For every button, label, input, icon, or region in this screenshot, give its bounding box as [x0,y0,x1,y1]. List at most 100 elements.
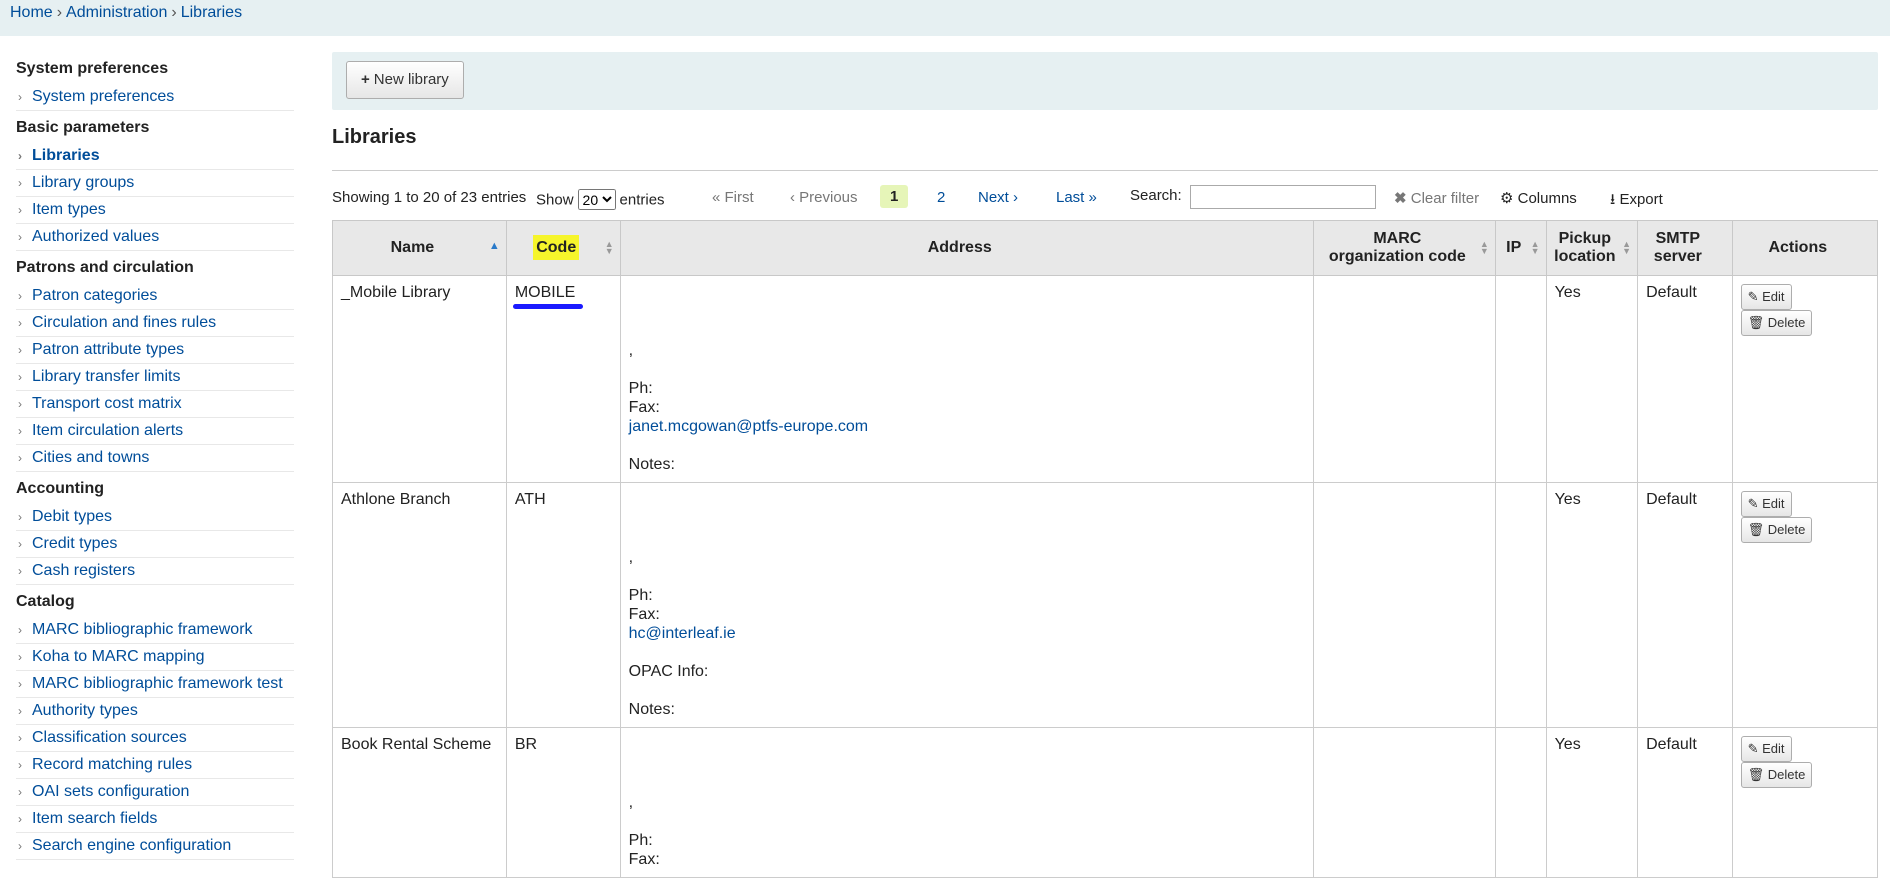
sidebar-item-cash-registers[interactable]: › Cash registers [16,558,294,585]
breadcrumb-separator: › [171,4,177,21]
sidebar-item-cities-towns[interactable]: › Cities and towns [16,445,294,472]
columns-button[interactable]: ⚙ Columns [1500,189,1577,207]
sidebar-section-accounting: Accounting › Debit types › Credit types › C… [16,478,294,585]
sidebar-item-item-search-fields[interactable]: › Item search fields [16,806,294,833]
column-header-smtp-server[interactable]: SMTP server [1637,220,1733,276]
sidebar-item-system-preferences[interactable]: › System preferences [16,84,294,111]
new-library-label: New library [373,71,449,88]
show-label: Show [536,191,574,209]
sidebar-item-authority-types[interactable]: › Authority types [16,698,294,725]
column-header-label: Actions [1768,239,1828,256]
delete-button[interactable]: 🗑 Delete [1740,310,1813,336]
sidebar-list: › Debit types › Credit types › Cash registe… [16,504,294,585]
cell-smtp-server: Default [1637,275,1733,483]
sidebar-item-search-engine-config[interactable]: › Search engine configuration [16,833,294,860]
sidebar-item-authorized-values[interactable]: › Authorized values [16,224,294,251]
sidebar-heading: Catalog [16,593,75,610]
sidebar-item-item-circulation-alerts[interactable]: › Item circulation alerts [16,418,294,445]
sidebar-item-label: Patron categories [32,287,158,304]
pagination-previous[interactable]: ‹ Previous [790,189,858,206]
chevron-right-icon: › [18,731,22,745]
sidebar-item-credit-types[interactable]: › Credit types [16,531,294,558]
sidebar-item-classification-sources[interactable]: › Classification sources [16,725,294,752]
sidebar-heading: Basic parameters [16,119,150,136]
sidebar-item-library-transfer-limits[interactable]: › Library transfer limits [16,364,294,391]
page-length-select[interactable]: 20 [577,189,616,210]
main-content: + New library Libraries Showing 1 to 20 o… [332,52,1878,221]
sidebar-item-oai-sets[interactable]: › OAI sets configuration [16,779,294,806]
delete-button[interactable]: 🗑 Delete [1740,517,1813,543]
sidebar-item-label: MARC bibliographic framework test [32,675,283,692]
sidebar-item-koha-marc-mapping[interactable]: › Koha to MARC mapping [16,644,294,671]
chevron-right-icon: › [18,90,22,104]
pencil-icon: ✎ [1747,496,1759,511]
column-header-name[interactable]: Name ▲ [332,220,507,276]
sidebar-item-label: Credit types [32,535,118,552]
sidebar-item-circulation-fines-rules[interactable]: › Circulation and fines rules [16,310,294,337]
breadcrumb-separator: › [56,4,63,21]
sidebar-item-record-matching-rules[interactable]: › Record matching rules [16,752,294,779]
chevron-right-icon: › [18,812,22,826]
chevron-right-icon: › [18,704,22,718]
delete-button[interactable]: 🗑 Delete [1740,762,1813,788]
pagination-next[interactable]: Next › [978,189,1018,206]
sidebar-item-label: Libraries [32,147,100,164]
column-header-actions: Actions [1731,220,1879,276]
address-email-link[interactable]: hc@interleaf.ie [629,624,1305,643]
cell-actions: ✎ Edit🗑 Delete [1731,727,1879,878]
new-library-button[interactable]: + New library [346,61,464,99]
cell-address: , Ph: Fax: hc@interleaf.ie OPAC Info: No… [619,482,1314,728]
cell-ip [1494,727,1547,878]
clear-filter-button[interactable]: ✖ Clear filter [1394,189,1479,207]
pagination-page-1[interactable]: 1 [880,185,909,208]
breadcrumb-home[interactable]: Home [10,4,53,21]
table-row: _Mobile Library MOBILE , Ph: Fax: janet.… [332,275,1879,483]
sidebar-item-debit-types[interactable]: › Debit types [16,504,294,531]
edit-button[interactable]: ✎ Edit [1740,736,1792,762]
edit-button[interactable]: ✎ Edit [1740,491,1792,517]
cell-actions: ✎ Edit🗑 Delete [1731,482,1879,728]
admin-sidebar: System preferences › System preferences B… [16,52,294,866]
column-header-address[interactable]: Address [619,220,1314,276]
column-header-ip[interactable]: IP ▲ ▼ [1494,220,1547,276]
breadcrumb-administration[interactable]: Administration [66,4,167,21]
address-comma: , [628,794,634,811]
trash-icon: 🗑 [1747,315,1765,330]
sidebar-heading: Patrons and circulation [16,259,194,276]
sidebar-section-basic-parameters: Basic parameters › Libraries › Library gro… [16,117,294,251]
export-button[interactable]: ⭳ Export [1610,189,1663,214]
sidebar-item-transport-cost-matrix[interactable]: › Transport cost matrix [16,391,294,418]
sidebar-item-marc-framework-test[interactable]: › MARC bibliographic framework test [16,671,294,698]
address-blank [629,510,1305,529]
sidebar-item-item-types[interactable]: › Item types [16,197,294,224]
column-header-code[interactable]: Code ▲ ▼ [505,220,621,276]
sort-icon: ▲ ▼ [1530,239,1540,256]
column-header-marc-org-code[interactable]: MARC organization code ▲ ▼ [1312,220,1496,276]
sidebar-item-marc-framework[interactable]: › MARC bibliographic framework [16,617,294,644]
sidebar-item-libraries[interactable]: › Libraries [16,143,294,170]
column-header-label: Code [533,235,580,260]
sidebar-item-patron-attribute-types[interactable]: › Patron attribute types [16,337,294,364]
sidebar-item-patron-categories[interactable]: › Patron categories [16,283,294,310]
address-email-link[interactable]: janet.mcgowan@ptfs-europe.com [629,417,1305,436]
pagination-last[interactable]: Last » [1056,189,1097,206]
edit-button[interactable]: ✎ Edit [1740,284,1792,310]
address-blank [629,755,1305,774]
sidebar-item-library-groups[interactable]: › Library groups [16,170,294,197]
pagination-page-2[interactable]: 2 [937,189,945,206]
search-input[interactable] [1190,185,1376,209]
search-label: Search: [1130,187,1182,204]
sidebar-list: › System preferences [16,84,294,111]
address-fax: Fax: [628,606,660,623]
address-notes: Notes: [628,701,675,718]
delete-label: Delete [1767,767,1806,782]
column-header-pickup-location[interactable]: Pickup location ▲ ▼ [1545,220,1639,276]
cell-name: _Mobile Library [332,275,507,483]
chevron-right-icon: › [18,564,22,578]
cell-name: Book Rental Scheme [332,727,507,878]
sidebar-item-label: Circulation and fines rules [32,314,217,331]
chevron-right-icon: › [18,343,22,357]
breadcrumb-current[interactable]: Libraries [181,4,242,21]
pagination-first[interactable]: « First [712,189,754,206]
chevron-right-icon: › [18,677,22,691]
